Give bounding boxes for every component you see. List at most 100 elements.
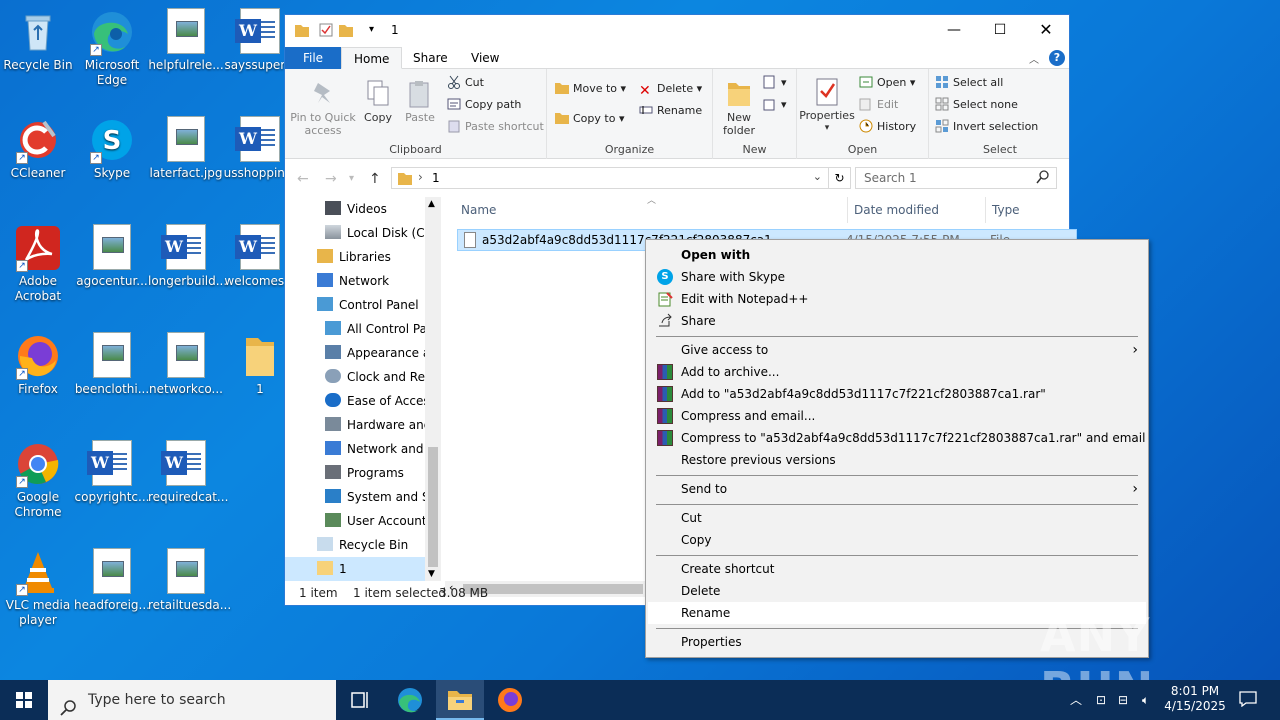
desktop-icon-edge[interactable]: ↗ Microsoft Edge <box>74 8 150 88</box>
desktop-icon-vlc[interactable]: ↗ VLC media player <box>0 548 76 628</box>
pin-quick-access-button[interactable]: Pin to Quick access <box>289 79 357 137</box>
collapse-ribbon-icon[interactable]: ︿ <box>1029 51 1039 66</box>
copy-to-button[interactable]: Copy to ▾ <box>555 109 624 129</box>
menu-copy[interactable]: Copy <box>648 529 1146 551</box>
paste-shortcut-button[interactable]: Paste shortcut <box>447 117 544 137</box>
search-box[interactable]: Search 1 <box>855 167 1057 189</box>
scroll-up-icon[interactable]: ▲ <box>428 199 435 209</box>
nav-item-network[interactable]: Network <box>317 269 389 293</box>
properties-button[interactable]: Properties ▾ <box>799 77 855 135</box>
menu-add-archive[interactable]: Add to archive... <box>648 361 1146 383</box>
menu-send-to[interactable]: Send to › <box>648 478 1146 500</box>
nav-item-network-internet[interactable]: Network and Internet <box>325 437 425 461</box>
desktop-icon-adobe-acrobat[interactable]: ↗ Adobe Acrobat <box>0 224 76 304</box>
tab-home[interactable]: Home <box>341 47 403 69</box>
nav-item-all-control-panel[interactable]: All Control Panel Items <box>325 317 425 341</box>
start-button[interactable] <box>0 680 48 720</box>
column-header-name[interactable]: Name <box>461 197 496 223</box>
up-button[interactable]: ↑ <box>369 171 381 187</box>
address-dropdown-icon[interactable]: ⌄ <box>813 170 822 183</box>
new-folder-quick-icon[interactable] <box>339 23 353 37</box>
nav-item-appearance[interactable]: Appearance and Personalization <box>325 341 425 365</box>
desktop-icon-file[interactable]: W copyrightc... <box>74 440 150 505</box>
nav-item-user-accounts[interactable]: User Accounts <box>325 509 425 533</box>
easy-access-button[interactable]: ▾ <box>763 95 787 115</box>
desktop-icon-file[interactable]: W longerbuild... <box>148 224 227 289</box>
menu-cut[interactable]: Cut <box>648 507 1146 529</box>
forward-button[interactable]: → <box>325 171 337 187</box>
menu-create-shortcut[interactable]: Create shortcut <box>648 558 1146 580</box>
nav-item-libraries[interactable]: Libraries <box>317 245 391 269</box>
desktop-icon-google-chrome[interactable]: ↗ Google Chrome <box>0 440 76 520</box>
taskbar-file-explorer[interactable] <box>436 680 484 720</box>
minimize-button[interactable]: — <box>931 15 977 45</box>
nav-item-system-security[interactable]: System and Security <box>325 485 425 509</box>
menu-compress-rar-email[interactable]: Compress to "a53d2abf4a9c8dd53d1117c7f22… <box>648 427 1146 449</box>
select-all-button[interactable]: Select all <box>935 73 1003 93</box>
close-button[interactable]: ✕ <box>1023 15 1069 45</box>
invert-selection-button[interactable]: Invert selection <box>935 117 1038 137</box>
new-item-button[interactable]: ▾ <box>763 73 787 93</box>
edit-button[interactable]: Edit <box>859 95 898 115</box>
taskbar-edge[interactable] <box>386 680 434 720</box>
tab-share[interactable]: Share <box>401 47 460 69</box>
delete-button[interactable]: ✕ Delete ▾ <box>639 79 702 99</box>
desktop-icon-ccleaner[interactable]: ↗ CCleaner <box>0 116 76 181</box>
rename-button[interactable]: Rename <box>639 101 702 121</box>
select-none-button[interactable]: Select none <box>935 95 1018 115</box>
volume-icon[interactable]: 🔈︎ <box>1142 680 1149 720</box>
notifications-icon[interactable] <box>1236 680 1260 720</box>
nav-item-videos[interactable]: Videos <box>325 197 387 221</box>
help-icon[interactable]: ? <box>1049 50 1065 66</box>
nav-item-control-panel[interactable]: Control Panel <box>317 293 419 317</box>
nav-item-programs[interactable]: Programs <box>325 461 425 485</box>
tab-file[interactable]: File <box>285 47 341 69</box>
menu-share-skype[interactable]: S Share with Skype <box>648 266 1146 288</box>
desktop-icon-file[interactable]: networkco... <box>148 332 224 397</box>
history-button[interactable]: History <box>859 117 916 137</box>
paste-button[interactable]: Paste <box>399 79 441 124</box>
nav-item-hardware-sound[interactable]: Hardware and Sound <box>325 413 425 437</box>
customize-quick-access-icon[interactable]: ▾ <box>369 24 383 38</box>
menu-add-rar[interactable]: Add to "a53d2abf4a9c8dd53d1117c7f221cf28… <box>648 383 1146 405</box>
properties-quick-icon[interactable] <box>319 23 333 37</box>
menu-restore-versions[interactable]: Restore previous versions <box>648 449 1146 471</box>
column-header-date[interactable]: Date modified <box>847 197 939 223</box>
desktop-icon-file[interactable]: agocentur... <box>74 224 150 289</box>
clock[interactable]: 8:01 PM 4/15/2025 <box>1162 680 1228 720</box>
desktop-icon-file[interactable]: beenclothi... <box>74 332 150 397</box>
scrollbar-thumb[interactable] <box>428 447 438 567</box>
menu-delete[interactable]: Delete <box>648 580 1146 602</box>
menu-share[interactable]: Share <box>648 310 1146 332</box>
network-tray-icon[interactable]: ⊡ <box>1096 680 1106 720</box>
breadcrumb-path[interactable]: 1 <box>432 171 440 185</box>
menu-give-access[interactable]: Give access to › <box>648 339 1146 361</box>
ethernet-tray-icon[interactable]: ⊟ <box>1118 680 1128 720</box>
back-button[interactable]: ← <box>297 171 309 187</box>
nav-pane-scrollbar[interactable]: ▲ ▼ <box>425 197 441 581</box>
menu-open-with[interactable]: Open with <box>648 244 1146 266</box>
maximize-button[interactable]: ☐ <box>977 15 1023 45</box>
show-hidden-icons-button[interactable]: ︿ <box>1070 680 1086 720</box>
refresh-icon[interactable]: ↻ <box>828 168 850 188</box>
nav-item-ease-of-access[interactable]: Ease of Access <box>325 389 425 413</box>
desktop-icon-file[interactable]: laterfact.jpg <box>148 116 224 181</box>
nav-item-local-disk[interactable]: Local Disk (C:) <box>325 221 433 245</box>
desktop-icon-file[interactable]: W requiredcat... <box>148 440 228 505</box>
new-folder-button[interactable]: New folder <box>715 79 763 137</box>
desktop-icon-file[interactable]: headforeig... <box>74 548 150 613</box>
taskbar-search-box[interactable]: Type here to search <box>48 680 336 720</box>
desktop-icon-file[interactable]: retailtuesda... <box>148 548 231 613</box>
copy-button[interactable]: Copy <box>357 79 399 124</box>
scroll-down-icon[interactable]: ▼ <box>428 569 435 579</box>
menu-compress-email[interactable]: Compress and email... <box>648 405 1146 427</box>
desktop-icon-firefox[interactable]: ↗ Firefox <box>0 332 76 397</box>
column-header-type[interactable]: Type <box>985 197 1020 223</box>
desktop-icon-recycle-bin[interactable]: Recycle Bin <box>0 8 76 73</box>
task-view-button[interactable] <box>336 680 384 720</box>
tab-view[interactable]: View <box>459 47 511 69</box>
taskbar-firefox[interactable] <box>486 680 534 720</box>
desktop-icon-file[interactable]: helpfulrele... <box>148 8 224 73</box>
cut-button[interactable]: Cut <box>447 73 484 93</box>
desktop-icon-skype[interactable]: S ↗ Skype <box>74 116 150 181</box>
